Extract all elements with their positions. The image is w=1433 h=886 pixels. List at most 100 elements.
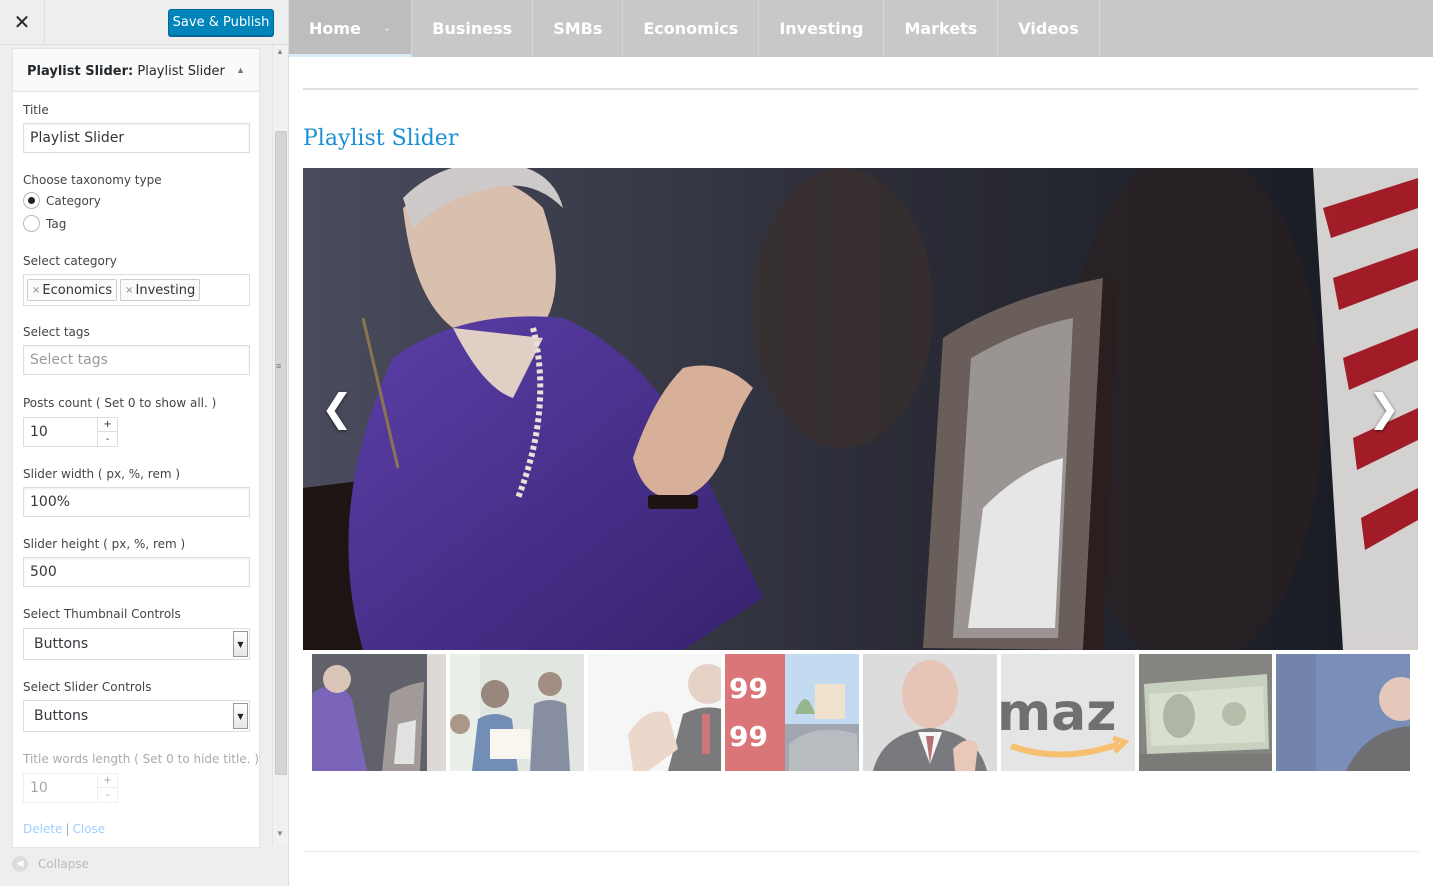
scrollbar-thumb[interactable] bbox=[275, 131, 287, 775]
quantity-stepper[interactable]: + - bbox=[97, 774, 117, 802]
nav-label: Business bbox=[432, 19, 513, 38]
scroll-up-icon[interactable]: ▲ bbox=[276, 47, 284, 56]
category-chip[interactable]: × Investing bbox=[120, 279, 201, 301]
category-select[interactable]: × Economics × Investing bbox=[23, 274, 250, 306]
radio-category[interactable]: Category bbox=[23, 192, 101, 209]
category-label: Select category bbox=[23, 254, 117, 268]
radio-tag[interactable]: Tag bbox=[23, 215, 66, 232]
thumbnail-yellen[interactable] bbox=[312, 654, 446, 771]
collapse-label: Collapse bbox=[38, 857, 89, 871]
slider-prev-arrow[interactable]: ❮ bbox=[321, 386, 353, 431]
divider bbox=[303, 88, 1418, 90]
nav-label: SMBs bbox=[553, 19, 603, 38]
sidebar-header: ✕ Save & Publish bbox=[0, 0, 288, 45]
thumbnail-image bbox=[587, 654, 722, 771]
chevron-down-icon[interactable]: ▼ bbox=[233, 631, 248, 657]
thumbnail-man-gesturing[interactable] bbox=[587, 654, 722, 771]
chip-label: Economics bbox=[42, 282, 113, 298]
thumbnail-man-suit[interactable] bbox=[863, 654, 997, 771]
nav-investing[interactable]: Investing bbox=[759, 0, 885, 57]
arrow-left-icon: ◀ bbox=[12, 856, 28, 872]
slider-title: Playlist Slider bbox=[303, 126, 459, 151]
nav-markets[interactable]: Markets bbox=[884, 0, 999, 57]
title-input[interactable]: Playlist Slider bbox=[23, 123, 250, 153]
customizer-sidebar: ✕ Save & Publish ▲ ≡ ▼ Playlist Slider: … bbox=[0, 0, 289, 886]
nav-label: Home bbox=[309, 19, 361, 38]
widget-title: Playlist Slider: Playlist Slider bbox=[27, 64, 225, 79]
thumbnail-image: 99 99 bbox=[725, 654, 859, 771]
quantity-stepper[interactable]: + - bbox=[97, 418, 117, 446]
radio-category-label: Category bbox=[46, 193, 101, 208]
thumbnail-amazon[interactable]: maz bbox=[1000, 654, 1135, 771]
nav-business[interactable]: Business bbox=[412, 0, 534, 57]
nav-videos[interactable]: Videos bbox=[998, 0, 1100, 57]
widget-title-name: Playlist Slider bbox=[137, 64, 225, 79]
close-icon[interactable]: ✕ bbox=[0, 0, 45, 45]
thumbnail-dollar-bills[interactable] bbox=[1138, 654, 1273, 771]
increment-icon[interactable]: + bbox=[98, 774, 117, 788]
posts-count-label: Posts count ( Set 0 to show all. ) bbox=[23, 396, 217, 410]
main-navigation: Home ⌄ Business SMBs Economics Investing… bbox=[289, 0, 1433, 57]
category-chip[interactable]: × Economics bbox=[27, 279, 118, 301]
thumb-controls-value: Buttons bbox=[34, 636, 89, 652]
slider-width-input[interactable]: 100% bbox=[23, 487, 250, 517]
grip-icon: ≡ bbox=[276, 361, 282, 371]
title-words-value: 10 bbox=[30, 780, 48, 796]
thumbnail-image bbox=[1138, 654, 1273, 771]
nav-label: Markets bbox=[904, 19, 978, 38]
thumbnail-gas-prices[interactable]: 99 99 bbox=[725, 654, 859, 771]
posts-count-input[interactable]: 10 + - bbox=[23, 417, 118, 447]
gas-price-text: 99 bbox=[729, 720, 768, 753]
slider-main-image: ❮ ❯ bbox=[303, 168, 1418, 650]
slider-height-label: Slider height ( px, %, rem ) bbox=[23, 537, 186, 551]
nav-economics[interactable]: Economics bbox=[623, 0, 760, 57]
collapse-arrow-icon[interactable]: ▲ bbox=[236, 65, 245, 75]
thumbnail-strip: 99 99 maz bbox=[312, 654, 1410, 771]
decrement-icon[interactable]: - bbox=[98, 432, 117, 446]
gas-price-text: 99 bbox=[729, 672, 768, 705]
close-link[interactable]: Close bbox=[72, 822, 105, 836]
increment-icon[interactable]: + bbox=[98, 418, 117, 432]
widget-title-prefix: Playlist Slider: bbox=[27, 64, 134, 79]
scroll-down-icon[interactable]: ▼ bbox=[276, 829, 284, 838]
widget-header[interactable]: Playlist Slider: Playlist Slider ▲ bbox=[13, 49, 259, 92]
slider-controls-label: Select Slider Controls bbox=[23, 680, 152, 694]
thumb-controls-select[interactable]: Buttons ▼ bbox=[23, 628, 250, 660]
radio-checked-icon[interactable] bbox=[23, 192, 40, 209]
slider-height-input[interactable]: 500 bbox=[23, 557, 250, 587]
nav-label: Investing bbox=[779, 19, 864, 38]
sidebar-scrollbar[interactable]: ▲ ≡ ▼ bbox=[272, 45, 288, 845]
collapse-button[interactable]: ◀ Collapse bbox=[12, 856, 89, 872]
title-words-input[interactable]: 10 + - bbox=[23, 773, 118, 803]
save-publish-button[interactable]: Save & Publish bbox=[168, 9, 274, 36]
slider-next-arrow[interactable]: ❯ bbox=[1368, 386, 1400, 431]
thumbnail-image bbox=[449, 654, 584, 771]
taxonomy-label: Choose taxonomy type bbox=[23, 173, 162, 187]
playlist-slider-widget: Playlist Slider: Playlist Slider ▲ Title… bbox=[12, 48, 260, 848]
tags-input[interactable]: Select tags bbox=[23, 345, 250, 375]
amazon-logo-text: maz bbox=[1001, 683, 1117, 743]
remove-icon[interactable]: × bbox=[32, 285, 40, 296]
slider-controls-select[interactable]: Buttons ▼ bbox=[23, 700, 250, 732]
slider-controls-value: Buttons bbox=[34, 708, 89, 724]
chevron-down-icon: ⌄ bbox=[382, 23, 392, 34]
thumbnail-speaker-blue[interactable] bbox=[1276, 654, 1410, 771]
thumbnail-team-photo[interactable] bbox=[449, 654, 584, 771]
slider-width-label: Slider width ( px, %, rem ) bbox=[23, 467, 181, 481]
divider: | bbox=[65, 822, 70, 836]
widget-actions: Delete | Close bbox=[23, 822, 105, 836]
title-label: Title bbox=[23, 103, 49, 117]
nav-home[interactable]: Home ⌄ bbox=[289, 0, 413, 57]
nav-smbs[interactable]: SMBs bbox=[533, 0, 624, 57]
nav-label: Videos bbox=[1018, 19, 1079, 38]
chevron-down-icon[interactable]: ▼ bbox=[233, 703, 248, 729]
posts-count-value: 10 bbox=[30, 424, 48, 440]
thumb-controls-label: Select Thumbnail Controls bbox=[23, 607, 181, 621]
thumbnail-image bbox=[863, 654, 997, 771]
thumbnail-image bbox=[1276, 654, 1410, 771]
radio-unchecked-icon[interactable] bbox=[23, 215, 40, 232]
remove-icon[interactable]: × bbox=[125, 285, 133, 296]
chip-label: Investing bbox=[135, 282, 196, 298]
decrement-icon[interactable]: - bbox=[98, 788, 117, 802]
delete-link[interactable]: Delete bbox=[23, 822, 62, 836]
